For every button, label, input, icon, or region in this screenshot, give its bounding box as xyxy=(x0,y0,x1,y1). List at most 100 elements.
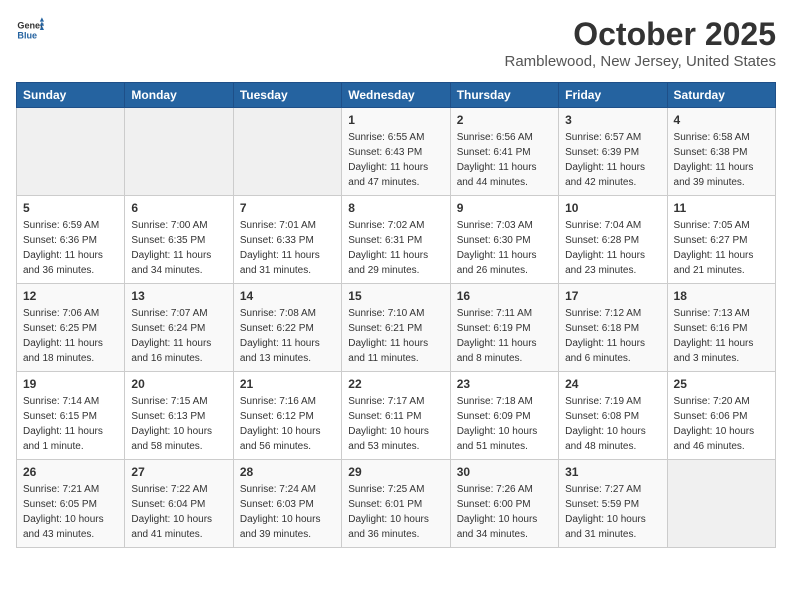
calendar-cell: 10 Sunrise: 7:04 AM Sunset: 6:28 PM Dayli… xyxy=(559,196,667,284)
day-number: 5 xyxy=(23,201,118,215)
weekday-header-monday: Monday xyxy=(125,83,233,108)
calendar-table: SundayMondayTuesdayWednesdayThursdayFrid… xyxy=(16,82,776,548)
calendar-cell xyxy=(125,108,233,196)
calendar-week-4: 19 Sunrise: 7:14 AM Sunset: 6:15 PM Dayli… xyxy=(17,372,776,460)
day-number: 29 xyxy=(348,465,443,479)
day-number: 19 xyxy=(23,377,118,391)
day-info: Sunrise: 6:56 AM Sunset: 6:41 PM Dayligh… xyxy=(457,130,552,190)
calendar-cell: 1 Sunrise: 6:55 AM Sunset: 6:43 PM Daylig… xyxy=(342,108,450,196)
calendar-cell: 26 Sunrise: 7:21 AM Sunset: 6:05 PM Dayli… xyxy=(17,460,125,548)
day-info: Sunrise: 7:19 AM Sunset: 6:08 PM Dayligh… xyxy=(565,394,660,454)
calendar-cell: 22Sunrise: 7:17 AM Sunset: 6:11 PM Dayli… xyxy=(342,372,450,460)
calendar-cell: 28 Sunrise: 7:24 AM Sunset: 6:03 PM Dayli… xyxy=(233,460,341,548)
calendar-week-5: 26 Sunrise: 7:21 AM Sunset: 6:05 PM Dayli… xyxy=(17,460,776,548)
calendar-cell: 13 Sunrise: 7:07 AM Sunset: 6:24 PM Dayli… xyxy=(125,284,233,372)
day-info: Sunrise: 7:08 AM Sunset: 6:22 PM Dayligh… xyxy=(240,306,335,366)
day-number: 15 xyxy=(348,289,443,303)
day-info: Sunrise: 7:26 AM Sunset: 6:00 PM Dayligh… xyxy=(457,482,552,542)
calendar-cell: 27Sunrise: 7:22 AM Sunset: 6:04 PM Dayli… xyxy=(125,460,233,548)
calendar-week-3: 12Sunrise: 7:06 AM Sunset: 6:25 PM Dayli… xyxy=(17,284,776,372)
calendar-cell: 12Sunrise: 7:06 AM Sunset: 6:25 PM Dayli… xyxy=(17,284,125,372)
location-subtitle: Ramblewood, New Jersey, United States xyxy=(504,53,776,70)
calendar-cell: 5 Sunrise: 6:59 AM Sunset: 6:36 PM Daylig… xyxy=(17,196,125,284)
day-info: Sunrise: 7:20 AM Sunset: 6:06 PM Dayligh… xyxy=(674,394,769,454)
calendar-cell: 19 Sunrise: 7:14 AM Sunset: 6:15 PM Dayli… xyxy=(17,372,125,460)
day-number: 12 xyxy=(23,289,118,303)
weekday-header-tuesday: Tuesday xyxy=(233,83,341,108)
calendar-header-row: SundayMondayTuesdayWednesdayThursdayFrid… xyxy=(17,83,776,108)
day-info: Sunrise: 6:58 AM Sunset: 6:38 PM Dayligh… xyxy=(674,130,769,190)
calendar-cell: 11Sunrise: 7:05 AM Sunset: 6:27 PM Dayli… xyxy=(667,196,775,284)
calendar-cell: 8 Sunrise: 7:02 AM Sunset: 6:31 PM Daylig… xyxy=(342,196,450,284)
day-info: Sunrise: 7:15 AM Sunset: 6:13 PM Dayligh… xyxy=(131,394,226,454)
day-info: Sunrise: 7:18 AM Sunset: 6:09 PM Dayligh… xyxy=(457,394,552,454)
day-number: 25 xyxy=(674,377,769,391)
day-info: Sunrise: 6:55 AM Sunset: 6:43 PM Dayligh… xyxy=(348,130,443,190)
weekday-header-friday: Friday xyxy=(559,83,667,108)
calendar-week-1: 1 Sunrise: 6:55 AM Sunset: 6:43 PM Daylig… xyxy=(17,108,776,196)
day-number: 22 xyxy=(348,377,443,391)
day-number: 16 xyxy=(457,289,552,303)
day-number: 31 xyxy=(565,465,660,479)
day-info: Sunrise: 7:00 AM Sunset: 6:35 PM Dayligh… xyxy=(131,218,226,278)
day-number: 30 xyxy=(457,465,552,479)
day-number: 4 xyxy=(674,113,769,127)
logo: General Blue xyxy=(16,16,44,44)
day-info: Sunrise: 7:21 AM Sunset: 6:05 PM Dayligh… xyxy=(23,482,118,542)
calendar-cell: 29Sunrise: 7:25 AM Sunset: 6:01 PM Dayli… xyxy=(342,460,450,548)
calendar-cell: 15Sunrise: 7:10 AM Sunset: 6:21 PM Dayli… xyxy=(342,284,450,372)
day-number: 10 xyxy=(565,201,660,215)
day-number: 26 xyxy=(23,465,118,479)
day-number: 1 xyxy=(348,113,443,127)
day-number: 17 xyxy=(565,289,660,303)
calendar-cell: 18 Sunrise: 7:13 AM Sunset: 6:16 PM Dayli… xyxy=(667,284,775,372)
calendar-cell: 14 Sunrise: 7:08 AM Sunset: 6:22 PM Dayli… xyxy=(233,284,341,372)
day-info: Sunrise: 6:59 AM Sunset: 6:36 PM Dayligh… xyxy=(23,218,118,278)
day-number: 14 xyxy=(240,289,335,303)
weekday-header-sunday: Sunday xyxy=(17,83,125,108)
day-number: 28 xyxy=(240,465,335,479)
calendar-cell: 21 Sunrise: 7:16 AM Sunset: 6:12 PM Dayli… xyxy=(233,372,341,460)
day-info: Sunrise: 7:14 AM Sunset: 6:15 PM Dayligh… xyxy=(23,394,118,454)
day-info: Sunrise: 7:07 AM Sunset: 6:24 PM Dayligh… xyxy=(131,306,226,366)
day-number: 18 xyxy=(674,289,769,303)
day-info: Sunrise: 7:27 AM Sunset: 5:59 PM Dayligh… xyxy=(565,482,660,542)
calendar-cell: 2 Sunrise: 6:56 AM Sunset: 6:41 PM Daylig… xyxy=(450,108,558,196)
day-info: Sunrise: 7:24 AM Sunset: 6:03 PM Dayligh… xyxy=(240,482,335,542)
calendar-cell: 7Sunrise: 7:01 AM Sunset: 6:33 PM Daylig… xyxy=(233,196,341,284)
day-info: Sunrise: 7:13 AM Sunset: 6:16 PM Dayligh… xyxy=(674,306,769,366)
day-number: 6 xyxy=(131,201,226,215)
calendar-cell xyxy=(233,108,341,196)
calendar-cell xyxy=(667,460,775,548)
svg-text:Blue: Blue xyxy=(17,30,37,40)
calendar-cell: 4 Sunrise: 6:58 AM Sunset: 6:38 PM Daylig… xyxy=(667,108,775,196)
day-number: 2 xyxy=(457,113,552,127)
calendar-cell: 25 Sunrise: 7:20 AM Sunset: 6:06 PM Dayli… xyxy=(667,372,775,460)
calendar-cell: 20 Sunrise: 7:15 AM Sunset: 6:13 PM Dayli… xyxy=(125,372,233,460)
calendar-cell: 30 Sunrise: 7:26 AM Sunset: 6:00 PM Dayli… xyxy=(450,460,558,548)
day-number: 20 xyxy=(131,377,226,391)
calendar-cell: 9Sunrise: 7:03 AM Sunset: 6:30 PM Daylig… xyxy=(450,196,558,284)
day-info: Sunrise: 7:11 AM Sunset: 6:19 PM Dayligh… xyxy=(457,306,552,366)
page-header: General Blue October 2025 Ramblewood, Ne… xyxy=(16,16,776,70)
day-info: Sunrise: 7:04 AM Sunset: 6:28 PM Dayligh… xyxy=(565,218,660,278)
day-number: 8 xyxy=(348,201,443,215)
calendar-cell xyxy=(17,108,125,196)
calendar-week-2: 5 Sunrise: 6:59 AM Sunset: 6:36 PM Daylig… xyxy=(17,196,776,284)
day-info: Sunrise: 6:57 AM Sunset: 6:39 PM Dayligh… xyxy=(565,130,660,190)
day-number: 13 xyxy=(131,289,226,303)
day-number: 21 xyxy=(240,377,335,391)
day-number: 23 xyxy=(457,377,552,391)
weekday-header-saturday: Saturday xyxy=(667,83,775,108)
day-info: Sunrise: 7:16 AM Sunset: 6:12 PM Dayligh… xyxy=(240,394,335,454)
weekday-header-wednesday: Wednesday xyxy=(342,83,450,108)
day-number: 7 xyxy=(240,201,335,215)
day-number: 11 xyxy=(674,201,769,215)
month-title: October 2025 xyxy=(504,16,776,53)
calendar-cell: 24Sunrise: 7:19 AM Sunset: 6:08 PM Dayli… xyxy=(559,372,667,460)
calendar-cell: 17 Sunrise: 7:12 AM Sunset: 6:18 PM Dayli… xyxy=(559,284,667,372)
calendar-cell: 23 Sunrise: 7:18 AM Sunset: 6:09 PM Dayli… xyxy=(450,372,558,460)
day-info: Sunrise: 7:02 AM Sunset: 6:31 PM Dayligh… xyxy=(348,218,443,278)
day-info: Sunrise: 7:12 AM Sunset: 6:18 PM Dayligh… xyxy=(565,306,660,366)
weekday-header-thursday: Thursday xyxy=(450,83,558,108)
